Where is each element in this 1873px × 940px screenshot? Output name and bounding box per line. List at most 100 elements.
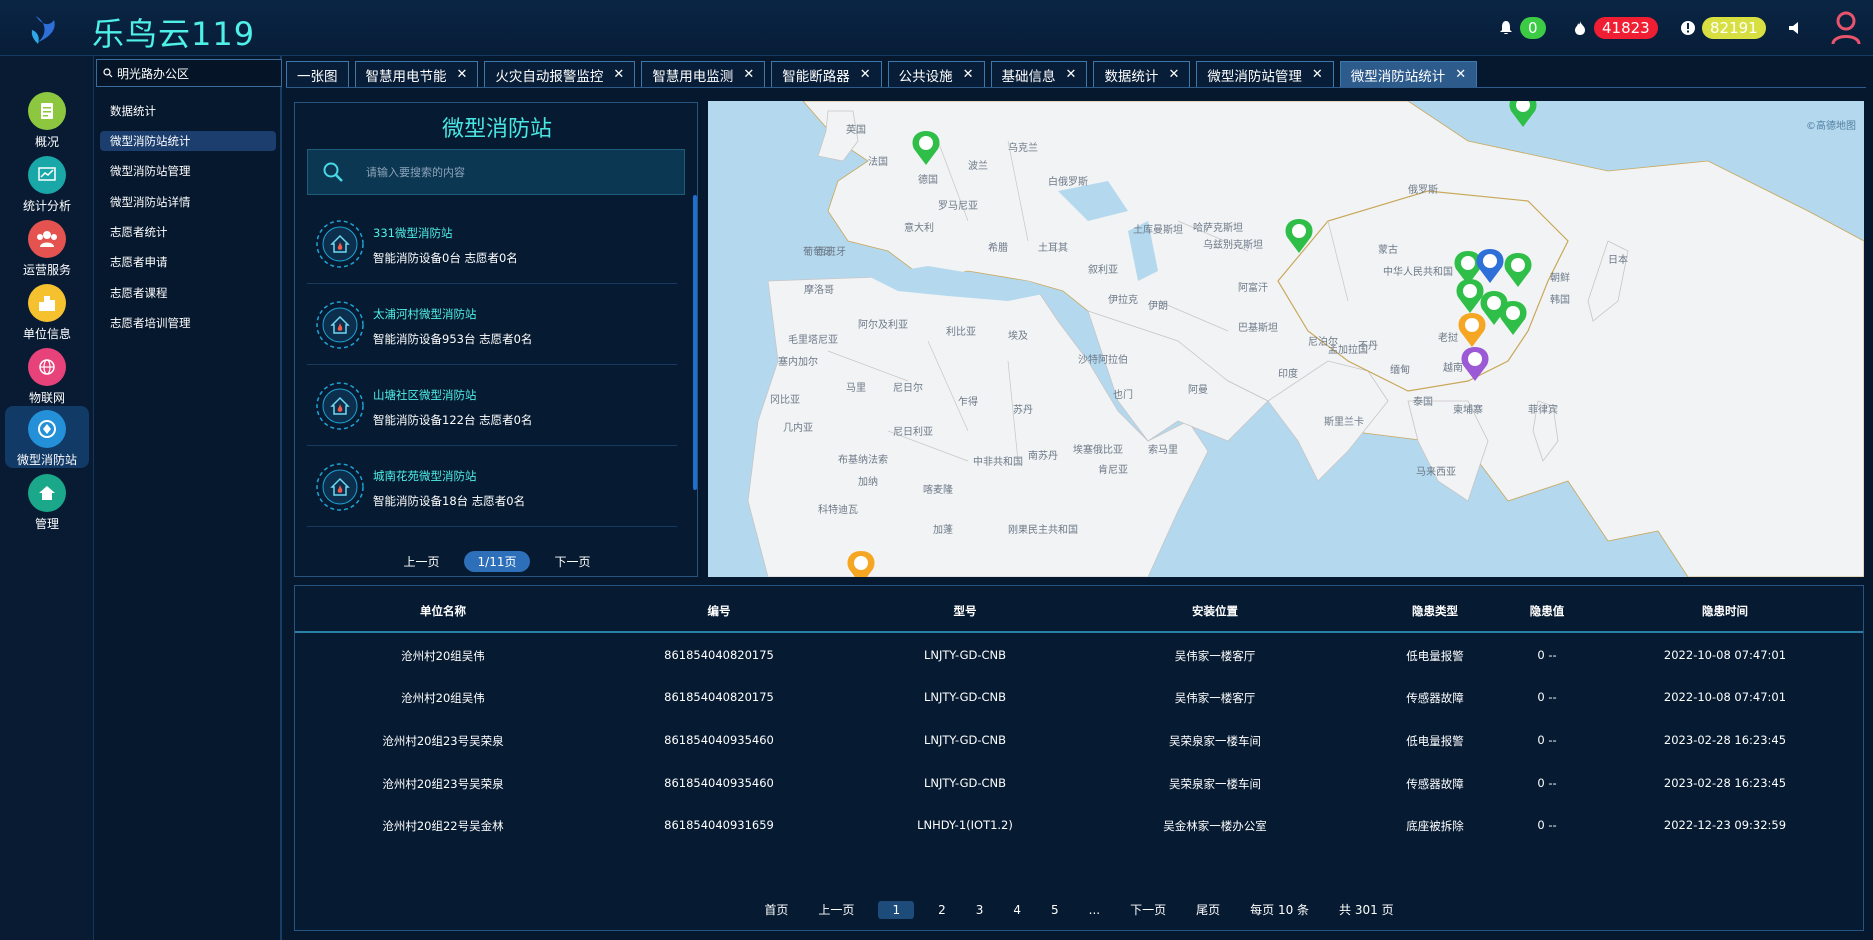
submenu-item[interactable]: 志愿者统计: [100, 222, 276, 242]
org-name: 明光路办公区: [117, 66, 190, 81]
map-marker[interactable]: [1509, 101, 1537, 127]
tab-public-facilities[interactable]: 公共设施 ✕: [887, 61, 985, 87]
map-country-label: 加蓬: [933, 525, 953, 536]
page-number-current[interactable]: 1: [878, 900, 915, 919]
prev-page-button[interactable]: 上一页: [812, 899, 860, 920]
table-header: 单位名称 编号 型号 安装位置 隐患类型 隐患值 隐患时间: [295, 586, 1863, 633]
first-page-button[interactable]: 首页: [758, 899, 794, 920]
hazard-table: 单位名称 编号 型号 安装位置 隐患类型 隐患值 隐患时间 沧州村20组吴伟 8…: [294, 585, 1864, 931]
station-item[interactable]: 太浦河村微型消防站 智能消防设备953台 志愿者0名: [307, 284, 677, 365]
close-icon[interactable]: ✕: [613, 67, 624, 82]
table-cell: LNJTY-GD-CNB: [923, 690, 1007, 704]
nav-iot-label: 物联网: [28, 391, 65, 405]
close-icon[interactable]: ✕: [860, 67, 871, 82]
tab-label: 智慧用电节能: [365, 68, 447, 85]
page-size-selector[interactable]: 每页 10 条: [1244, 899, 1315, 920]
station-item[interactable]: 331微型消防站 智能消防设备0台 志愿者0名: [307, 203, 677, 284]
submenu-item[interactable]: 微型消防站管理: [100, 161, 276, 181]
user-avatar-icon[interactable]: [1830, 10, 1862, 46]
table-cell: 沧州村20组23号吴荣泉: [382, 777, 504, 791]
map-country-label: 乌兹别克斯坦: [1203, 240, 1263, 251]
nav-mini-fire-station[interactable]: 微型消防站: [5, 406, 89, 468]
table-row[interactable]: 沧州村20组23号吴荣泉 861854040935460 LNJTY-GD-CN…: [295, 719, 1863, 761]
next-page-button[interactable]: 下一页: [554, 553, 590, 570]
submenu-item[interactable]: 数据统计: [100, 101, 276, 121]
tab-smart-power-saving[interactable]: 智慧用电节能 ✕: [354, 61, 479, 87]
submenu-item[interactable]: 微型消防站详情: [100, 192, 276, 212]
tab-label: 数据统计: [1104, 68, 1159, 85]
submenu-item[interactable]: 志愿者课程: [100, 283, 276, 303]
table-row[interactable]: 沧州村20组吴伟 861854040820175 LNJTY-GD-CNB 吴伟…: [295, 676, 1863, 718]
fire-station-icon: [316, 301, 364, 349]
list-scrollbar[interactable]: [693, 195, 697, 490]
map-view[interactable]: 英国 波兰 乌克兰 德国 白俄罗斯 法国 西班牙 葡萄牙 意大利 希腊 土耳其 …: [708, 101, 1864, 577]
building-icon: [28, 284, 66, 322]
table-cell: 2022-10-08 07:47:01: [1663, 648, 1787, 662]
fault-counter[interactable]: 82191: [1678, 16, 1766, 40]
map-country-label: 波兰: [968, 161, 988, 172]
nav-unit-info-label: 单位信息: [22, 327, 71, 341]
org-selector[interactable]: 明光路办公区: [96, 59, 282, 87]
station-search-input[interactable]: [366, 165, 666, 179]
map-country-label: 韩国: [1550, 295, 1570, 306]
app-header: 乐鸟云119 0 41823 82191: [0, 0, 1873, 56]
tab-basic-info[interactable]: 基础信息 ✕: [990, 61, 1088, 87]
column-header: 型号: [953, 604, 977, 618]
table-row[interactable]: 沧州村20组23号吴荣泉 861854040935460 LNJTY-GD-CN…: [295, 762, 1863, 804]
tab-station-management[interactable]: 微型消防站管理 ✕: [1196, 61, 1334, 87]
table-cell: 吴伟家一楼客厅: [1174, 691, 1256, 705]
prev-page-button[interactable]: 上一页: [404, 553, 440, 570]
close-icon[interactable]: ✕: [963, 67, 974, 82]
submenu-item[interactable]: 志愿者培训管理: [100, 313, 276, 333]
table-cell: 低电量报警: [1406, 734, 1464, 748]
nav-unit-info[interactable]: 单位信息: [5, 280, 89, 342]
submenu-item-active[interactable]: 微型消防站统计: [100, 131, 276, 151]
nav-operations[interactable]: 运营服务: [5, 216, 89, 278]
users-icon: [28, 220, 66, 258]
tab-smart-breaker[interactable]: 智能断路器 ✕: [771, 61, 882, 87]
nav-management-label: 管理: [34, 517, 59, 531]
map-country-label: 柬埔寨: [1453, 405, 1483, 416]
tab-overview-map[interactable]: 一张图: [286, 61, 349, 87]
table-row[interactable]: 沧州村20组吴伟 861854040820175 LNJTY-GD-CNB 吴伟…: [295, 634, 1863, 676]
nav-overview[interactable]: 概况: [5, 88, 89, 150]
page-number[interactable]: 2: [932, 901, 952, 919]
fire-alarm-counter[interactable]: 41823: [1570, 16, 1658, 40]
station-name: 城南花苑微型消防站: [373, 469, 477, 483]
next-page-button[interactable]: 下一页: [1124, 899, 1172, 920]
table-cell: 吴伟家一楼客厅: [1174, 649, 1256, 663]
station-item[interactable]: 城南花苑微型消防站 智能消防设备18台 志愿者0名: [307, 446, 677, 527]
speaker-icon[interactable]: [1786, 18, 1806, 38]
map-country-label: 阿富汗: [1238, 283, 1268, 294]
tab-smart-power-monitor[interactable]: 智慧用电监测 ✕: [641, 61, 766, 87]
sub-menu: 明光路办公区 数据统计 微型消防站统计 微型消防站管理 微型消防站详情 志愿者统…: [96, 56, 282, 940]
nav-statistics[interactable]: 统计分析: [5, 152, 89, 214]
table-cell: 吴金林家一楼办公室: [1163, 819, 1267, 833]
fire-station-icon: [316, 463, 364, 511]
nav-iot[interactable]: 物联网: [5, 344, 89, 406]
page-number[interactable]: 5: [1045, 901, 1065, 919]
notification-counter[interactable]: 0: [1496, 16, 1546, 40]
close-icon[interactable]: ✕: [1455, 67, 1466, 82]
close-icon[interactable]: ✕: [1168, 67, 1179, 82]
tab-label: 智慧用电监测: [652, 68, 734, 85]
map-country-label: 葡萄牙: [803, 247, 833, 258]
map-country-label: 朝鲜: [1550, 273, 1570, 284]
page-number[interactable]: 4: [1007, 901, 1027, 919]
close-icon[interactable]: ✕: [1066, 67, 1077, 82]
map-country-label: 加纳: [858, 477, 878, 488]
nav-management[interactable]: 管理: [5, 470, 89, 532]
tab-fire-alarm-monitor[interactable]: 火灾自动报警监控 ✕: [484, 61, 636, 87]
close-icon[interactable]: ✕: [457, 67, 468, 82]
tab-station-statistics[interactable]: 微型消防站统计 ✕: [1339, 61, 1478, 87]
table-cell: 传感器故障: [1406, 691, 1464, 705]
tab-data-statistics[interactable]: 数据统计 ✕: [1093, 61, 1191, 87]
table-row[interactable]: 沧州村20组22号吴金林 861854040931659 LNHDY-1(IOT…: [295, 804, 1863, 846]
submenu-item[interactable]: 志愿者申请: [100, 252, 276, 272]
close-icon[interactable]: ✕: [1312, 67, 1323, 82]
page-number[interactable]: 3: [970, 901, 990, 919]
last-page-button[interactable]: 尾页: [1190, 899, 1226, 920]
world-map: [747, 101, 1864, 577]
close-icon[interactable]: ✕: [743, 67, 754, 82]
station-item[interactable]: 山塘社区微型消防站 智能消防设备122台 志愿者0名: [307, 365, 677, 446]
